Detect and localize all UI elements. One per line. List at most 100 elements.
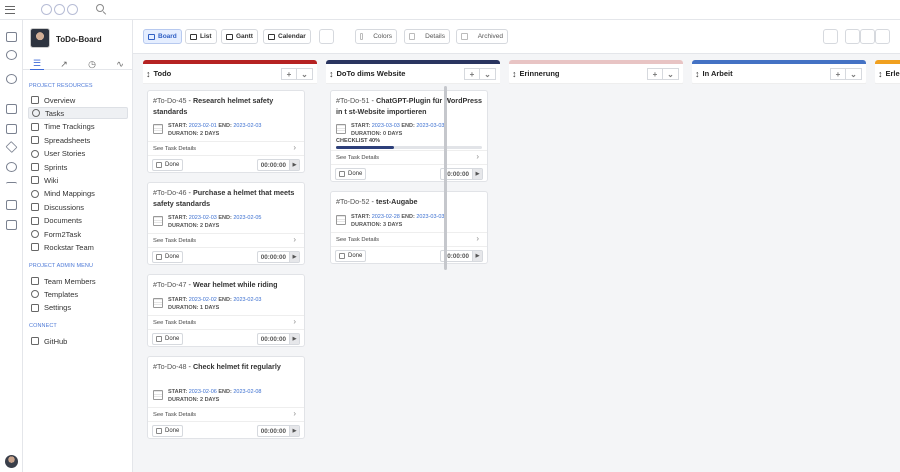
sidebar-item-documents[interactable]: Documents [28, 215, 128, 227]
details-checkbox[interactable] [409, 33, 416, 40]
done-checkbox[interactable] [156, 336, 162, 342]
app-icon-3[interactable] [67, 4, 78, 15]
sidebar-item-overview[interactable]: Overview [28, 94, 128, 106]
done-button[interactable]: Done [335, 168, 367, 180]
search-icon[interactable] [96, 4, 104, 12]
column-scrollbar[interactable] [444, 86, 447, 270]
task-title[interactable]: #To-Do-46 - Purchase a helmet that meets… [153, 188, 303, 209]
task-title[interactable]: #To-Do-45 - Research helmet safety stand… [153, 96, 303, 117]
inbox-icon[interactable] [6, 32, 17, 42]
done-checkbox[interactable] [156, 162, 162, 168]
see-task-details-link[interactable]: See Task Details [148, 315, 304, 329]
time-tracker[interactable]: 00:00:00 ▶ [256, 251, 300, 263]
clock-tab-icon[interactable]: ◷ [85, 58, 99, 70]
project-title[interactable]: ToDo-Board [56, 35, 102, 44]
play-icon[interactable]: ▶ [472, 251, 482, 261]
play-icon[interactable]: ▶ [289, 160, 299, 170]
bracket-icon[interactable] [319, 29, 334, 44]
sidebar-item-github[interactable]: GitHub [28, 335, 128, 347]
done-checkbox[interactable] [339, 253, 345, 259]
see-task-details-link[interactable]: See Task Details [331, 232, 487, 246]
sidebar-item-sprints[interactable]: Sprints [28, 161, 128, 173]
time-tracker[interactable]: 00:00:00 ▶ [256, 159, 300, 171]
drag-handle-icon[interactable]: ↕ [878, 69, 883, 79]
search-board-icon[interactable] [845, 29, 860, 44]
done-checkbox[interactable] [156, 428, 162, 434]
task-card[interactable]: #To-Do-51 - ChatGPT-Plugin für WordPress… [330, 90, 488, 182]
drag-handle-icon[interactable]: ↕ [512, 69, 517, 79]
sidebar-item-team-members[interactable]: Team Members [28, 275, 128, 287]
done-button[interactable]: Done [152, 159, 184, 171]
task-card[interactable]: #To-Do-47 - Wear helmet while riding STAR… [147, 274, 305, 347]
done-button[interactable]: Done [335, 250, 367, 262]
user-avatar[interactable] [5, 455, 18, 468]
view-board-button[interactable]: Board [143, 29, 182, 44]
play-icon[interactable]: ▶ [472, 169, 482, 179]
calendar-icon[interactable] [6, 220, 17, 230]
share-icon[interactable] [823, 29, 838, 44]
pulse-tab-icon[interactable]: ∿ [113, 58, 127, 70]
sidebar-item-rockstar-team[interactable]: Rockstar Team [28, 241, 128, 253]
details-toggle[interactable]: Details [404, 29, 450, 44]
add-card-button[interactable]: + [830, 68, 846, 80]
cloud-icon[interactable] [860, 29, 875, 44]
task-title[interactable]: #To-Do-47 - Wear helmet while riding [153, 280, 303, 291]
see-task-details-link[interactable]: See Task Details [148, 141, 304, 155]
list-tab-icon[interactable]: ☰ [30, 58, 44, 70]
see-task-details-link[interactable]: See Task Details [148, 233, 304, 247]
view-gantt-button[interactable]: Gantt [221, 29, 258, 44]
time-tracker[interactable]: 00:00:00 ▶ [256, 425, 300, 437]
add-card-button[interactable]: + [464, 68, 480, 80]
view-calendar-button[interactable]: Calendar [263, 29, 311, 44]
play-icon[interactable]: ▶ [289, 252, 299, 262]
sidebar-item-wiki[interactable]: Wiki [28, 174, 128, 186]
task-card[interactable]: #To-Do-48 - Check helmet fit regularly ST… [147, 356, 305, 439]
hamburger-menu-icon[interactable] [5, 6, 15, 14]
drag-handle-icon[interactable]: ↕ [695, 69, 700, 79]
colors-checkbox[interactable] [360, 33, 364, 40]
column-menu-chevron-icon[interactable]: ⌄ [297, 68, 313, 80]
activity-icon[interactable] [6, 182, 17, 192]
task-title[interactable]: #To-Do-48 - Check helmet fit regularly [153, 362, 303, 373]
target-icon[interactable] [6, 74, 17, 84]
column-menu-chevron-icon[interactable]: ⌄ [480, 68, 496, 80]
colors-toggle[interactable]: Colors [355, 29, 397, 44]
user-add-icon[interactable] [6, 50, 17, 60]
sidebar-item-settings[interactable]: Settings [28, 302, 128, 314]
sidebar-item-user-stories[interactable]: User Stories [28, 148, 128, 160]
done-button[interactable]: Done [152, 425, 184, 437]
task-card[interactable]: #To-Do-46 - Purchase a helmet that meets… [147, 182, 305, 265]
app-icon-2[interactable] [54, 4, 65, 15]
briefcase-icon[interactable] [6, 104, 17, 114]
task-card[interactable]: #To-Do-52 - test-Augabe START: 2023-02-28… [330, 191, 488, 264]
add-card-button[interactable]: + [281, 68, 297, 80]
sidebar-item-templates[interactable]: Templates [28, 288, 128, 300]
play-icon[interactable]: ▶ [289, 334, 299, 344]
view-list-button[interactable]: List [185, 29, 217, 44]
task-card[interactable]: #To-Do-45 - Research helmet safety stand… [147, 90, 305, 173]
frame-icon[interactable] [6, 124, 17, 134]
done-button[interactable]: Done [152, 333, 184, 345]
task-title[interactable]: #To-Do-51 - ChatGPT-Plugin für WordPress… [336, 96, 486, 117]
task-title[interactable]: #To-Do-52 - test-Augabe [336, 197, 486, 208]
see-task-details-link[interactable]: See Task Details [148, 407, 304, 421]
see-task-details-link[interactable]: See Task Details [331, 150, 487, 164]
robot-icon[interactable] [6, 200, 17, 210]
archived-checkbox[interactable] [461, 33, 468, 40]
archived-toggle[interactable]: Archived [456, 29, 508, 44]
done-checkbox[interactable] [339, 171, 345, 177]
sidebar-item-discussions[interactable]: Discussions [28, 201, 128, 213]
add-icon[interactable] [875, 29, 890, 44]
drag-handle-icon[interactable]: ↕ [329, 69, 334, 79]
done-button[interactable]: Done [152, 251, 184, 263]
sidebar-item-time-trackings[interactable]: Time Trackings [28, 121, 128, 133]
app-icon-1[interactable] [41, 4, 52, 15]
time-tracker[interactable]: 00:00:00 ▶ [256, 333, 300, 345]
sidebar-item-tasks[interactable]: Tasks [28, 107, 128, 120]
clock-icon[interactable] [6, 162, 17, 172]
done-checkbox[interactable] [156, 254, 162, 260]
sidebar-item-spreadsheets[interactable]: Spreadsheets [28, 134, 128, 146]
star-icon[interactable] [5, 141, 18, 153]
column-menu-chevron-icon[interactable]: ⌄ [846, 68, 862, 80]
sidebar-item-form2task[interactable]: Form2Task [28, 228, 128, 240]
